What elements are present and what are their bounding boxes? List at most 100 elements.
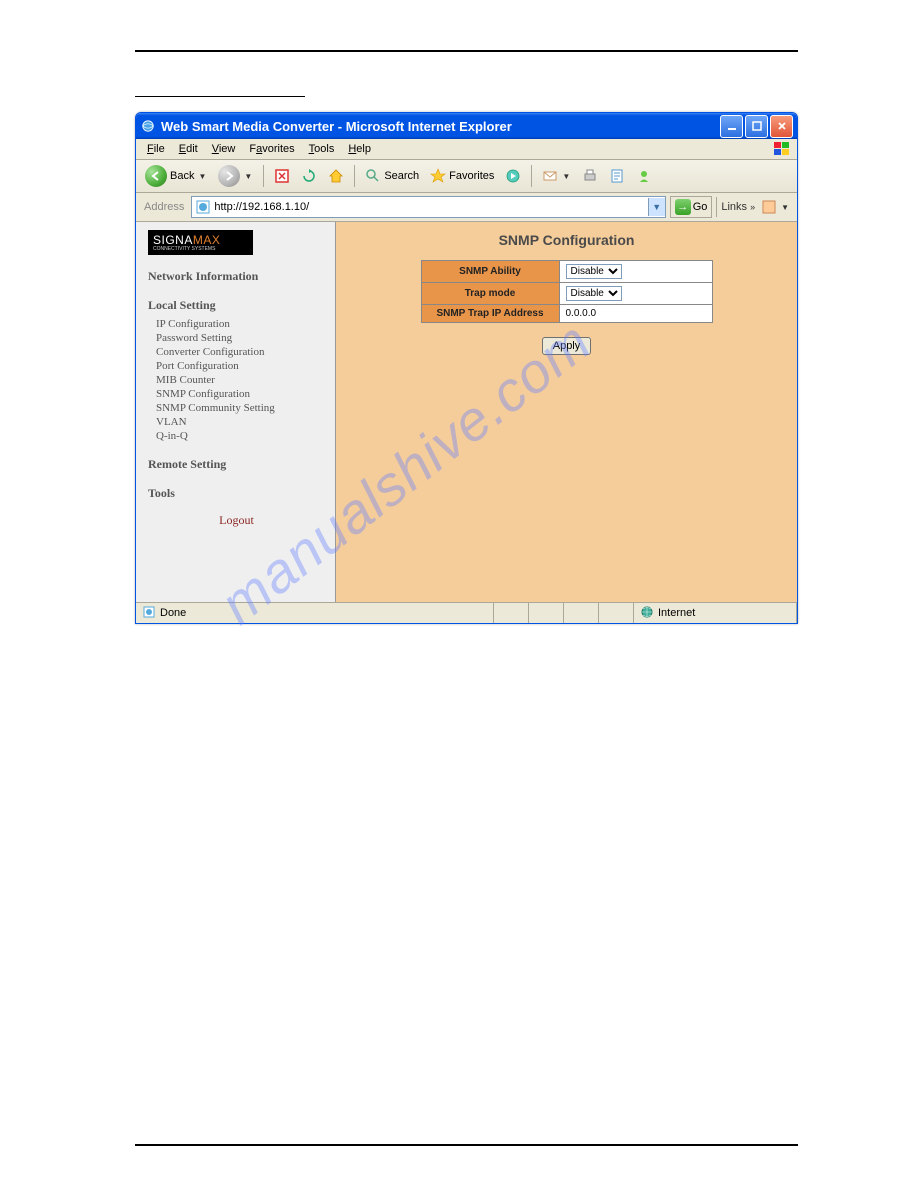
status-zone-cell: Internet [634, 603, 797, 623]
go-button[interactable]: → Go [670, 196, 713, 218]
sidebar-item-q-in-q[interactable]: Q-in-Q [156, 429, 325, 443]
sidebar-heading-local-setting[interactable]: Local Setting [148, 298, 325, 313]
sidebar-item-converter-configuration[interactable]: Converter Configuration [156, 345, 325, 359]
search-icon [365, 168, 381, 184]
status-slot-3 [564, 603, 599, 623]
logo-subtext: CONNECTIVITY SYSTEMS [153, 247, 248, 252]
refresh-button[interactable] [297, 166, 321, 186]
address-input-wrap[interactable]: ▼ [191, 196, 665, 218]
sidebar-item-snmp-configuration[interactable]: SNMP Configuration [156, 387, 325, 401]
sidebar-item-ip-configuration[interactable]: IP Configuration [156, 317, 325, 331]
menu-tools[interactable]: Tools [302, 141, 342, 157]
stop-button[interactable] [270, 166, 294, 186]
bottom-rule [135, 1144, 798, 1146]
status-bar: Done Internet [136, 602, 797, 623]
extra-dropdown-icon[interactable]: ▼ [780, 203, 790, 212]
menu-bar: File Edit View Favorites Tools Help [136, 139, 797, 160]
stop-icon [274, 168, 290, 184]
page-favicon-icon [195, 199, 211, 215]
sidebar-item-vlan[interactable]: VLAN [156, 415, 325, 429]
ie-window: Web Smart Media Converter - Microsoft In… [135, 112, 798, 624]
address-input[interactable] [214, 201, 647, 213]
status-text: Done [160, 607, 186, 619]
back-dropdown-icon[interactable]: ▼ [197, 172, 207, 181]
sidebar-item-snmp-community[interactable]: SNMP Community Setting [156, 401, 325, 415]
print-button[interactable] [578, 166, 602, 186]
top-rule [135, 50, 798, 52]
logo-text-accent: MAX [193, 233, 221, 247]
internet-zone-icon [640, 605, 654, 622]
page-title: SNMP Configuration [336, 232, 797, 248]
forward-dropdown-icon[interactable]: ▼ [243, 172, 253, 181]
brand-logo: SIGNAMAX CONNECTIVITY SYSTEMS [148, 230, 253, 255]
standard-toolbar: Back ▼ ▼ [136, 160, 797, 193]
go-arrow-icon: → [675, 199, 691, 215]
trap-ip-input[interactable] [566, 308, 706, 319]
plugin-icon [761, 199, 777, 215]
window-maximize-button[interactable] [745, 115, 768, 138]
refresh-icon [301, 168, 317, 184]
back-label: Back [170, 170, 194, 182]
section-underline [135, 82, 305, 97]
media-button[interactable] [501, 166, 525, 186]
zone-text: Internet [658, 607, 695, 619]
back-arrow-icon [145, 165, 167, 187]
media-icon [505, 168, 521, 184]
sidebar-item-mib-counter[interactable]: MIB Counter [156, 373, 325, 387]
go-label: Go [693, 201, 708, 213]
home-icon [328, 168, 344, 184]
messenger-icon [636, 168, 652, 184]
sidebar-heading-remote-setting[interactable]: Remote Setting [148, 457, 325, 472]
forward-arrow-icon [218, 165, 240, 187]
menu-view[interactable]: View [205, 141, 243, 157]
window-titlebar: Web Smart Media Converter - Microsoft In… [136, 113, 797, 139]
extra-button[interactable]: ▼ [759, 199, 792, 215]
logo-text-main: SIGNA [153, 233, 193, 247]
window-close-button[interactable] [770, 115, 793, 138]
back-button[interactable]: Back ▼ [141, 163, 211, 189]
window-title: Web Smart Media Converter - Microsoft In… [161, 119, 720, 134]
mail-button[interactable]: ▼ [538, 166, 575, 186]
snmp-ability-label: SNMP Ability [421, 261, 559, 283]
menu-favorites[interactable]: Favorites [242, 141, 301, 157]
windows-flag-icon [772, 140, 794, 158]
apply-button[interactable]: Apply [542, 337, 592, 355]
home-button[interactable] [324, 166, 348, 186]
table-row: Trap mode Disable [421, 283, 712, 305]
trap-mode-select[interactable]: Disable [566, 286, 622, 301]
window-minimize-button[interactable] [720, 115, 743, 138]
table-row: SNMP Ability Disable [421, 261, 712, 283]
edit-button[interactable] [605, 166, 629, 186]
messenger-button[interactable] [632, 166, 656, 186]
status-slot-4 [599, 603, 634, 623]
links-toolbar[interactable]: Links » [716, 197, 755, 217]
menu-help[interactable]: Help [341, 141, 378, 157]
trap-mode-label: Trap mode [421, 283, 559, 305]
sidebar-item-password-setting[interactable]: Password Setting [156, 331, 325, 345]
status-slot-2 [529, 603, 564, 623]
favorites-button[interactable]: Favorites [426, 166, 498, 186]
menu-edit[interactable]: Edit [172, 141, 205, 157]
mail-icon [542, 168, 558, 184]
main-panel: SNMP Configuration SNMP Ability Disable … [336, 222, 797, 602]
search-button[interactable]: Search [361, 166, 423, 186]
mail-dropdown-icon[interactable]: ▼ [561, 172, 571, 181]
page-done-icon [142, 605, 156, 622]
forward-button[interactable]: ▼ [214, 163, 257, 189]
edit-icon [609, 168, 625, 184]
snmp-config-table: SNMP Ability Disable Trap mode Disable [421, 260, 713, 323]
toolbar-separator [354, 165, 355, 187]
trap-ip-label: SNMP Trap IP Address [421, 305, 559, 323]
sidebar-item-port-configuration[interactable]: Port Configuration [156, 359, 325, 373]
sidebar-heading-tools[interactable]: Tools [148, 486, 325, 501]
toolbar-separator [531, 165, 532, 187]
links-label: Links [721, 201, 747, 213]
sidebar-heading-network-info[interactable]: Network Information [148, 269, 325, 284]
menu-file[interactable]: File [140, 141, 172, 157]
logout-link[interactable]: Logout [148, 513, 325, 528]
snmp-ability-select[interactable]: Disable [566, 264, 622, 279]
status-slot-1 [494, 603, 529, 623]
sidebar: SIGNAMAX CONNECTIVITY SYSTEMS Network In… [136, 222, 336, 602]
address-dropdown-icon[interactable]: ▼ [648, 198, 665, 216]
star-icon [430, 168, 446, 184]
